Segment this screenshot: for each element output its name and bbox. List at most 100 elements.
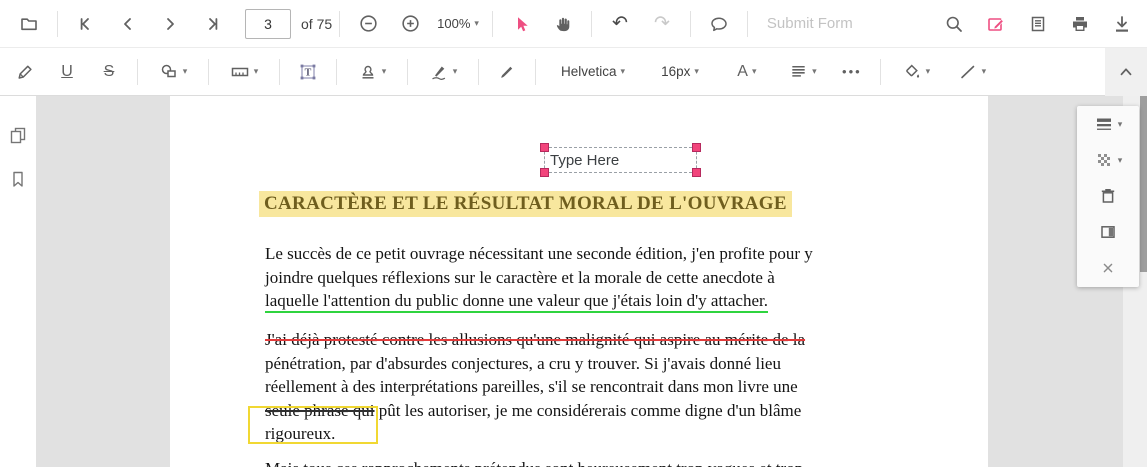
pdf-webviewer: of 75 100% ▾ ↶ ↷ Submit Form xyxy=(0,0,1147,467)
divider xyxy=(208,58,209,85)
annotation-style-panel: ▾ ▾ xyxy=(1077,106,1139,287)
chevron-down-icon: ▾ xyxy=(452,66,458,76)
divider xyxy=(407,58,408,85)
divider xyxy=(339,10,341,37)
font-size-value: 16px xyxy=(661,64,691,79)
paragraph-3-line-1: Mais tous ces rapprochements prétendus s… xyxy=(265,457,803,467)
strikeout-tool[interactable]: S xyxy=(88,48,130,96)
signature-tool-dropdown[interactable]: ▾ xyxy=(415,48,471,96)
select-tool-icon[interactable] xyxy=(500,0,542,48)
chevron-down-icon: ▾ xyxy=(474,18,479,28)
zoom-level-value: 100% xyxy=(437,16,471,31)
divider xyxy=(137,58,138,85)
measure-tool-dropdown[interactable]: ▾ xyxy=(216,48,272,96)
pan-tool-icon[interactable] xyxy=(542,0,584,48)
free-text-tool[interactable]: T xyxy=(287,48,329,96)
resize-handle-top-left[interactable] xyxy=(540,143,549,152)
first-page-button[interactable] xyxy=(65,0,107,48)
next-page-button[interactable] xyxy=(149,0,191,48)
chevron-down-icon: ▾ xyxy=(694,66,699,76)
more-options-icon[interactable]: ••• xyxy=(831,48,873,96)
resize-handle-bottom-right[interactable] xyxy=(692,168,701,177)
last-page-button[interactable] xyxy=(191,0,233,48)
freehand-pen-icon[interactable] xyxy=(4,48,46,96)
divider xyxy=(491,10,493,37)
format-toolbar: U S ▾ ▾ T ▾ ▾ Helvetica ▾ 16px ▾ A ▾ ▾ •… xyxy=(0,48,1147,96)
divider xyxy=(689,10,691,37)
pdf-page[interactable]: Type Here CARACTÈRE ET LE RÉSULTAT MORAL… xyxy=(170,96,988,467)
close-panel-icon[interactable] xyxy=(1077,250,1139,286)
fill-style-icon[interactable] xyxy=(1077,214,1139,250)
shapes-tool-dropdown[interactable]: ▾ xyxy=(145,48,201,96)
chevron-down-icon: ▾ xyxy=(620,66,626,76)
chevron-down-icon: ▾ xyxy=(1117,118,1123,129)
paragraph-1-line-2: joindre quelques réflexions sur le carac… xyxy=(265,267,775,287)
chevron-down-icon: ▾ xyxy=(751,66,757,76)
chevron-down-icon: ▾ xyxy=(253,66,259,76)
page-number-input[interactable] xyxy=(245,8,291,39)
line-thickness-dropdown[interactable]: ▾ xyxy=(1077,106,1139,142)
freetext-text: Type Here xyxy=(550,152,620,169)
resize-handle-top-right[interactable] xyxy=(692,143,701,152)
paragraph-2-line-2: pénétration, par d'absurdes conjectures,… xyxy=(265,353,781,373)
divider xyxy=(279,58,280,85)
font-family-value: Helvetica xyxy=(561,64,617,79)
stamp-tool-dropdown[interactable]: ▾ xyxy=(344,48,400,96)
divider xyxy=(879,58,881,85)
page-thumbnails-icon[interactable] xyxy=(5,122,31,148)
opacity-dropdown[interactable]: ▾ xyxy=(1077,142,1139,178)
zoom-out-icon[interactable] xyxy=(347,0,389,48)
chevron-down-icon: ▾ xyxy=(182,66,188,76)
font-family-dropdown[interactable]: Helvetica ▾ xyxy=(551,48,635,96)
divider xyxy=(57,10,58,37)
delete-annotation-icon[interactable] xyxy=(1077,178,1139,214)
paragraph-2-line-3: réellement à des interprétations pareill… xyxy=(265,377,798,396)
search-icon[interactable] xyxy=(933,0,975,48)
comment-icon[interactable] xyxy=(698,0,740,48)
divider xyxy=(336,58,337,85)
chevron-down-icon: ▾ xyxy=(812,66,817,76)
zoom-level-dropdown[interactable]: 100% ▾ xyxy=(437,16,479,31)
print-icon[interactable] xyxy=(1059,0,1101,48)
fill-color-dropdown[interactable]: ▾ xyxy=(888,48,944,96)
font-size-dropdown[interactable]: 16px ▾ xyxy=(651,48,709,96)
resize-handle-bottom-left[interactable] xyxy=(540,168,549,177)
folder-icon[interactable] xyxy=(8,0,50,48)
divider xyxy=(746,10,748,37)
paragraph-3: Mais tous ces rapprochements prétendus s… xyxy=(265,457,803,467)
submit-form-button[interactable]: Submit Form xyxy=(767,15,853,32)
top-toolbar: of 75 100% ▾ ↶ ↷ Submit Form xyxy=(0,0,1147,48)
chevron-down-icon: ▾ xyxy=(981,66,987,76)
collapse-toolbar-button[interactable] xyxy=(1105,48,1147,96)
red-strikeout-annotation[interactable]: J'ai déjà protesté contre les allusions … xyxy=(265,330,805,349)
scrollbar-thumb[interactable] xyxy=(1140,96,1147,272)
underline-tool[interactable]: U xyxy=(46,48,88,96)
chevron-down-icon: ▾ xyxy=(381,66,387,76)
paragraph-1-line-1: Le succès de ce petit ouvrage nécessitan… xyxy=(265,244,813,263)
text-color-dropdown[interactable]: A ▾ xyxy=(719,48,775,96)
page-total-label: of 75 xyxy=(301,15,333,32)
paragraph-1: Le succès de ce petit ouvrage nécessitan… xyxy=(265,242,813,313)
chevron-down-icon: ▾ xyxy=(1117,154,1123,165)
divider xyxy=(478,58,479,85)
zoom-in-icon[interactable] xyxy=(389,0,431,48)
download-icon[interactable] xyxy=(1101,0,1143,48)
brush-style-icon[interactable] xyxy=(486,48,528,96)
document-heading-highlighted: CARACTÈRE ET LE RÉSULTAT MORAL DE L'OUVR… xyxy=(259,191,792,217)
freetext-annotation[interactable]: Type Here xyxy=(540,143,701,177)
text-align-dropdown[interactable]: ▾ xyxy=(775,48,831,96)
svg-text:T: T xyxy=(305,67,312,78)
divider xyxy=(590,10,592,37)
green-underline-annotation[interactable]: laquelle l'attention du public donne une… xyxy=(265,291,768,313)
divider xyxy=(535,58,536,85)
chevron-down-icon: ▾ xyxy=(925,66,931,76)
rectangle-annotation[interactable] xyxy=(248,406,378,444)
document-outline-icon[interactable] xyxy=(1017,0,1059,48)
bookmark-icon[interactable] xyxy=(5,166,31,192)
undo-icon[interactable]: ↶ xyxy=(599,0,641,48)
line-style-dropdown[interactable]: ▾ xyxy=(944,48,1000,96)
paragraph-2-line-4-rest: pût les autoriser, je me considérerais c… xyxy=(374,400,802,420)
redo-icon[interactable]: ↷ xyxy=(641,0,683,48)
edit-annotations-icon[interactable] xyxy=(975,0,1017,48)
previous-page-button[interactable] xyxy=(107,0,149,48)
